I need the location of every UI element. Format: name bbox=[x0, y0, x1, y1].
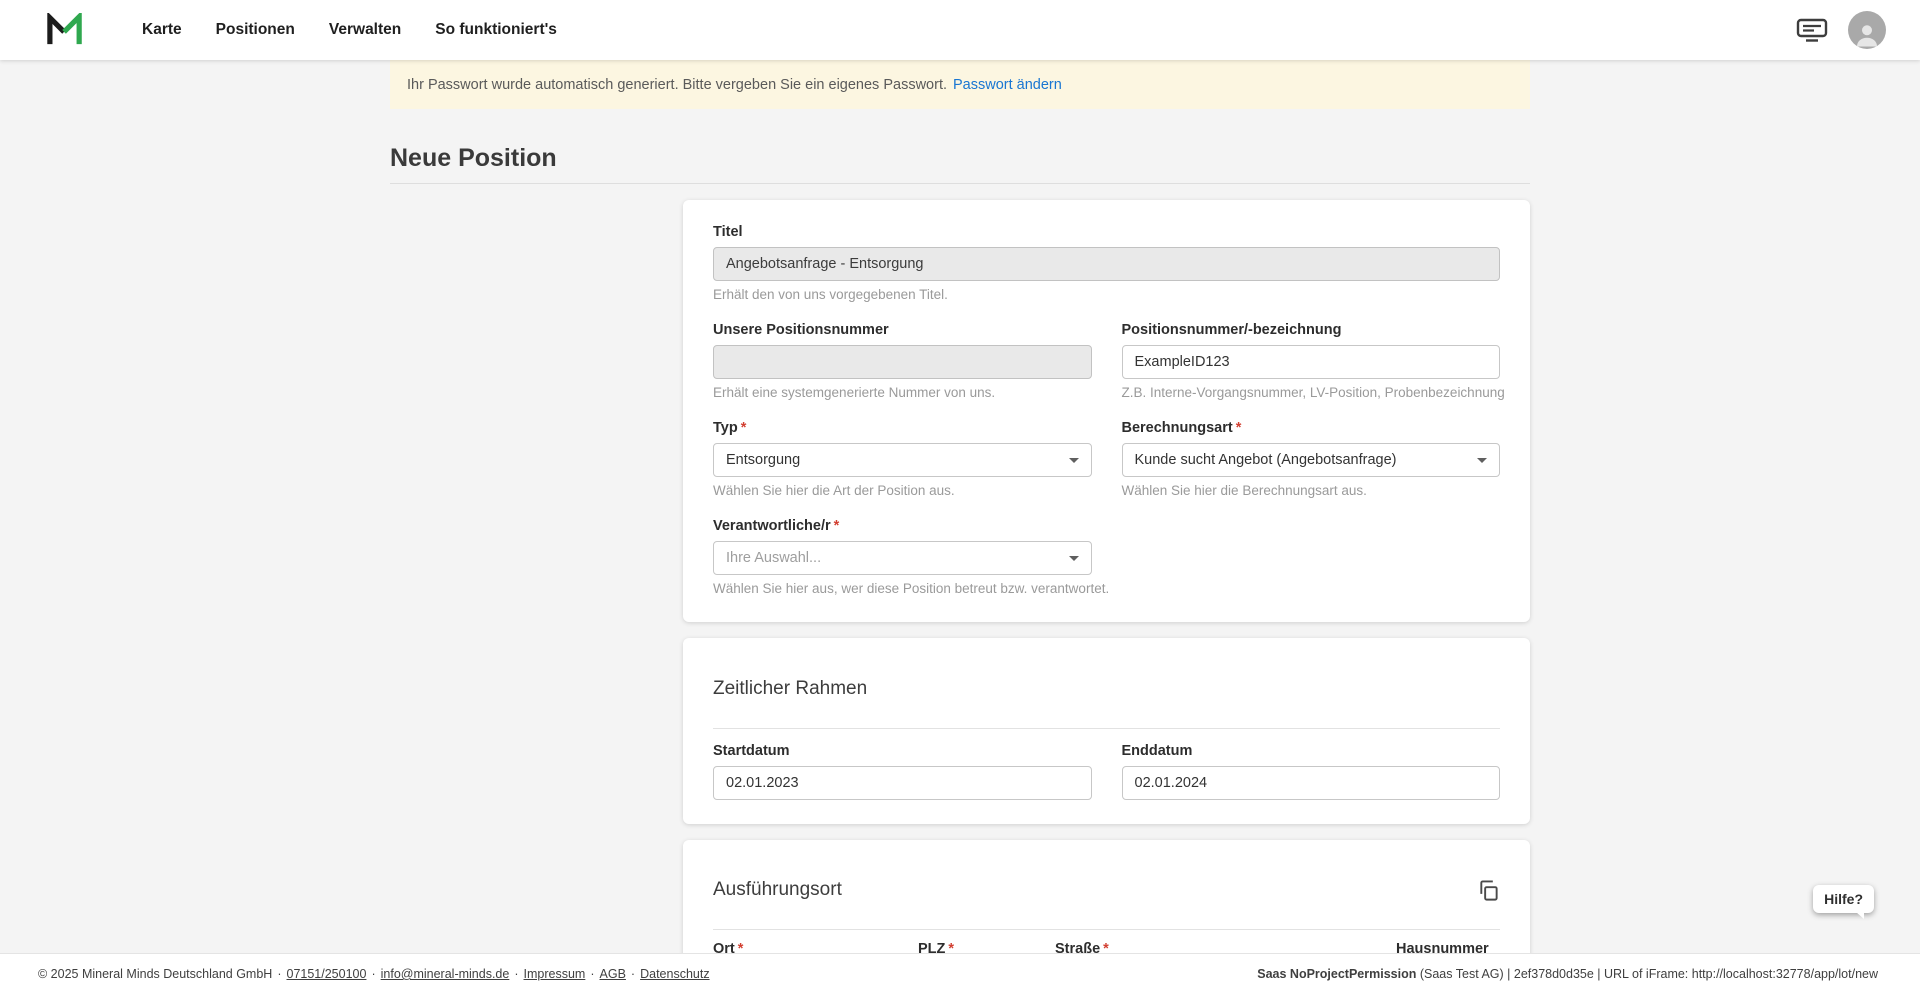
password-change-link[interactable]: Passwort ändern bbox=[953, 77, 1062, 93]
verantwortlicher-field: Verantwortliche/r* Ihre Auswahl... Wähle… bbox=[713, 518, 1092, 596]
positionsnummer-field: Positionsnummer/-bezeichnung Z.B. Intern… bbox=[1122, 322, 1501, 400]
typ-field: Typ* Entsorgung Wählen Sie hier die Art … bbox=[713, 420, 1092, 498]
session-permission-text: Saas NoProjectPermission bbox=[1257, 967, 1416, 981]
required-marker: * bbox=[1236, 420, 1242, 436]
top-navbar: Karte Positionen Verwalten So funktionie… bbox=[0, 0, 1920, 60]
nav-item-verwalten[interactable]: Verwalten bbox=[329, 21, 401, 39]
main-content: Neue Position Titel Erhält den von uns v… bbox=[390, 143, 1530, 994]
section-divider bbox=[713, 929, 1500, 930]
typ-label-text: Typ bbox=[713, 420, 738, 436]
verantwortlicher-label: Verantwortliche/r* bbox=[713, 518, 1092, 534]
person-icon bbox=[1852, 19, 1882, 49]
user-avatar-button[interactable] bbox=[1848, 11, 1886, 49]
positionsnummer-label: Positionsnummer/-bezeichnung bbox=[1122, 322, 1501, 338]
berechnungsart-label-text: Berechnungsart bbox=[1122, 420, 1233, 436]
ausfuehrungsort-title: Ausführungsort bbox=[713, 879, 842, 901]
footer-agb-link[interactable]: AGB bbox=[600, 967, 626, 981]
app-logo[interactable] bbox=[46, 13, 84, 47]
nav-item-karte[interactable]: Karte bbox=[142, 21, 182, 39]
footer-left: © 2025 Mineral Minds Deutschland GmbH 07… bbox=[38, 967, 710, 981]
berechnungsart-select[interactable]: Kunde sucht Angebot (Angebotsanfrage) bbox=[1122, 443, 1501, 477]
chevron-down-icon bbox=[1477, 458, 1487, 463]
separator-dot bbox=[509, 967, 523, 981]
chevron-down-icon bbox=[1069, 458, 1079, 463]
startdatum-input[interactable] bbox=[713, 766, 1092, 800]
page-title: Neue Position bbox=[390, 143, 1530, 173]
verantwortlicher-label-text: Verantwortliche/r bbox=[713, 518, 831, 534]
chevron-down-icon bbox=[1069, 556, 1079, 561]
separator-dot bbox=[272, 967, 286, 981]
position-details-card: Titel Erhält den von uns vorgegebenen Ti… bbox=[683, 200, 1530, 622]
berechnungsart-select-value: Kunde sucht Angebot (Angebotsanfrage) bbox=[1135, 452, 1397, 468]
typ-select-value: Entsorgung bbox=[726, 452, 800, 468]
startdatum-label: Startdatum bbox=[713, 743, 1092, 759]
verantwortlicher-help: Wählen Sie hier aus, wer diese Position … bbox=[713, 581, 1092, 596]
unsere-positionsnummer-field: Unsere Positionsnummer Erhält eine syste… bbox=[713, 322, 1092, 400]
startdatum-field: Startdatum bbox=[713, 743, 1092, 800]
startdatum-label-text: Startdatum bbox=[713, 743, 790, 759]
required-marker: * bbox=[741, 420, 747, 436]
typ-help: Wählen Sie hier die Art der Position aus… bbox=[713, 483, 1092, 498]
footer-session-info: Saas NoProjectPermission (Saas Test AG) … bbox=[1257, 967, 1878, 981]
nav-item-so-funktionierts[interactable]: So funktioniert's bbox=[435, 21, 557, 39]
titel-help: Erhält den von uns vorgegebenen Titel. bbox=[713, 287, 1500, 302]
card-reader-icon bbox=[1796, 17, 1828, 43]
enddatum-input[interactable] bbox=[1122, 766, 1501, 800]
enddatum-field: Enddatum bbox=[1122, 743, 1501, 800]
copy-location-button[interactable] bbox=[1477, 879, 1500, 902]
titel-input bbox=[713, 247, 1500, 281]
title-divider bbox=[390, 183, 1530, 184]
help-button[interactable]: Hilfe? bbox=[1813, 885, 1874, 913]
titel-label-text: Titel bbox=[713, 224, 743, 240]
enddatum-label: Enddatum bbox=[1122, 743, 1501, 759]
verantwortlicher-select[interactable]: Ihre Auswahl... bbox=[713, 541, 1092, 575]
verantwortlicher-select-placeholder: Ihre Auswahl... bbox=[726, 550, 821, 566]
titel-field: Titel Erhält den von uns vorgegebenen Ti… bbox=[713, 224, 1500, 302]
unsere-positionsnummer-input bbox=[713, 345, 1092, 379]
footer-datenschutz-link[interactable]: Datenschutz bbox=[640, 967, 709, 981]
berechnungsart-label: Berechnungsart* bbox=[1122, 420, 1501, 436]
berechnungsart-help: Wählen Sie hier die Berechnungsart aus. bbox=[1122, 483, 1501, 498]
nav-item-positionen[interactable]: Positionen bbox=[216, 21, 295, 39]
card-reader-button[interactable] bbox=[1796, 17, 1828, 43]
copyright-text: © 2025 Mineral Minds Deutschland GmbH bbox=[38, 967, 272, 981]
password-warning-banner: Ihr Passwort wurde automatisch generiert… bbox=[390, 60, 1530, 109]
required-marker: * bbox=[834, 518, 840, 534]
berechnungsart-field: Berechnungsart* Kunde sucht Angebot (Ang… bbox=[1122, 420, 1501, 498]
unsere-positionsnummer-label-text: Unsere Positionsnummer bbox=[713, 322, 889, 338]
mineral-minds-logo-icon bbox=[46, 13, 84, 47]
positionsnummer-help: Z.B. Interne-Vorgangsnummer, LV-Position… bbox=[1122, 385, 1501, 400]
separator-dot bbox=[366, 967, 380, 981]
session-detail-text: (Saas Test AG) | 2ef378d0d35e | URL of i… bbox=[1420, 967, 1878, 981]
enddatum-label-text: Enddatum bbox=[1122, 743, 1193, 759]
unsere-positionsnummer-label: Unsere Positionsnummer bbox=[713, 322, 1092, 338]
positionsnummer-label-text: Positionsnummer/-bezeichnung bbox=[1122, 322, 1342, 338]
footer-impressum-link[interactable]: Impressum bbox=[524, 967, 586, 981]
unsere-positionsnummer-help: Erhält eine systemgenerierte Nummer von … bbox=[713, 385, 1092, 400]
typ-select[interactable]: Entsorgung bbox=[713, 443, 1092, 477]
separator-dot bbox=[626, 967, 640, 981]
positionsnummer-input[interactable] bbox=[1122, 345, 1501, 379]
separator-dot bbox=[585, 967, 599, 981]
zeitlicher-rahmen-card: Zeitlicher Rahmen Startdatum Enddatum bbox=[683, 638, 1530, 824]
footer-email-link[interactable]: info@mineral-minds.de bbox=[381, 967, 510, 981]
footer-phone-link[interactable]: 07151/250100 bbox=[287, 967, 367, 981]
section-divider bbox=[713, 728, 1500, 729]
spacer-column bbox=[1122, 518, 1501, 598]
copy-icon bbox=[1477, 879, 1500, 902]
footer: © 2025 Mineral Minds Deutschland GmbH 07… bbox=[0, 953, 1920, 994]
navbar-right-actions bbox=[1796, 11, 1886, 49]
titel-label: Titel bbox=[713, 224, 1500, 240]
zeitlicher-rahmen-title: Zeitlicher Rahmen bbox=[713, 678, 867, 700]
typ-label: Typ* bbox=[713, 420, 1092, 436]
main-nav: Karte Positionen Verwalten So funktionie… bbox=[142, 21, 557, 39]
banner-message: Ihr Passwort wurde automatisch generiert… bbox=[407, 77, 947, 93]
